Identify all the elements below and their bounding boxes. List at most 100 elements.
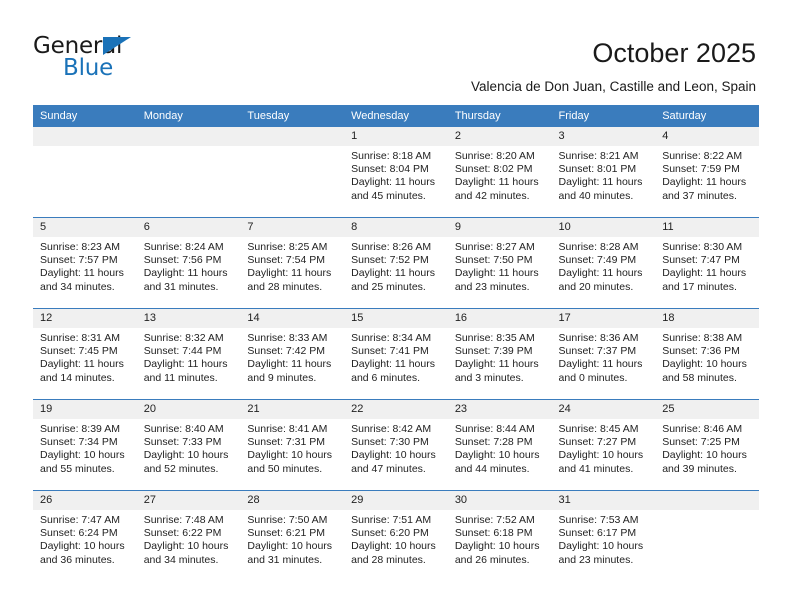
day-details: Sunrise: 8:23 AM Sunset: 7:57 PM Daylight:… [33,237,137,294]
day-number [136,127,241,146]
sunrise-text: Sunrise: 8:28 AM [558,241,639,253]
day-number: 16 [447,309,552,328]
day-number: 11 [655,218,759,237]
sunrise-text: Sunrise: 7:47 AM [40,514,120,526]
daylight-text: Daylight: 11 hours and 37 minutes. [662,176,747,202]
day-cell-inner: 17 Sunrise: 8:36 AM Sunset: 7:37 PM Dayligh… [551,309,656,399]
sunset-text: Sunset: 7:31 PM [247,436,326,449]
day-number [240,127,345,146]
sunrise-text: Sunrise: 8:32 AM [143,332,224,344]
sunrise-text: Sunrise: 7:48 AM [143,514,224,526]
day-number: 3 [551,127,656,146]
daylight-text: Daylight: 10 hours and 50 minutes. [247,449,333,475]
calendar-day-cell[interactable]: 6 Sunrise: 8:24 AM Sunset: 7:56 PM Daylight… [136,217,241,309]
day-details: Sunrise: 8:33 AM Sunset: 7:42 PM Daylight:… [240,328,344,385]
calendar-day-cell[interactable]: 15 Sunrise: 8:34 AM Sunset: 7:41 PM Dayligh… [344,308,448,400]
day-details: Sunrise: 8:24 AM Sunset: 7:56 PM Daylight:… [137,237,241,294]
day-number: 8 [344,218,448,237]
sunset-text: Sunset: 7:41 PM [351,345,429,358]
calendar-day-cell[interactable]: 26 Sunrise: 7:47 AM Sunset: 6:24 PM Dayligh… [33,490,137,581]
calendar-day-cell[interactable]: 8 Sunrise: 8:26 AM Sunset: 7:52 PM Daylight… [344,217,448,309]
calendar-day-cell[interactable]: 22 Sunrise: 8:42 AM Sunset: 7:30 PM Dayligh… [344,399,448,491]
calendar-day-cell[interactable]: 20 Sunrise: 8:40 AM Sunset: 7:33 PM Dayligh… [136,399,241,491]
daylight-text: Daylight: 10 hours and 28 minutes. [351,540,436,566]
day-details: Sunrise: 8:27 AM Sunset: 7:50 PM Daylight:… [448,237,552,294]
calendar-day-cell[interactable]: 13 Sunrise: 8:32 AM Sunset: 7:44 PM Dayligh… [136,308,241,400]
day-cell-inner: 4 Sunrise: 8:22 AM Sunset: 7:59 PM Daylight… [655,127,759,217]
daylight-text: Daylight: 11 hours and 6 minutes. [351,358,435,384]
calendar-day-cell[interactable]: 18 Sunrise: 8:38 AM Sunset: 7:36 PM Dayligh… [655,308,759,400]
day-number: 2 [447,127,552,146]
day-number: 6 [136,218,241,237]
day-details: Sunrise: 8:21 AM Sunset: 8:01 PM Daylight:… [552,146,656,203]
day-cell-inner: 7 Sunrise: 8:25 AM Sunset: 7:54 PM Daylight… [240,218,345,308]
day-cell-inner: 16 Sunrise: 8:35 AM Sunset: 7:39 PM Dayligh… [447,309,552,399]
daylight-text: Daylight: 10 hours and 31 minutes. [247,540,333,566]
calendar-day-cell[interactable]: 3 Sunrise: 8:21 AM Sunset: 8:01 PM Daylight… [551,127,656,218]
sunset-text: Sunset: 7:33 PM [143,436,222,449]
sunset-text: Sunset: 7:59 PM [662,163,740,176]
day-number: 21 [240,400,345,419]
logo-text-blue: Blue [63,55,114,81]
weekday-header-tuesday: Tuesday [240,105,345,127]
sunset-text: Sunset: 7:27 PM [558,436,637,449]
calendar-day-cell[interactable]: 21 Sunrise: 8:41 AM Sunset: 7:31 PM Dayligh… [240,399,345,491]
day-number: 25 [655,400,759,419]
sunset-text: Sunset: 6:24 PM [40,527,118,540]
day-details: Sunrise: 8:26 AM Sunset: 7:52 PM Daylight:… [344,237,448,294]
sunset-text: Sunset: 8:01 PM [558,163,637,176]
calendar-day-cell[interactable]: 23 Sunrise: 8:44 AM Sunset: 7:28 PM Dayligh… [447,399,552,491]
day-cell-inner: 6 Sunrise: 8:24 AM Sunset: 7:56 PM Daylight… [136,218,241,308]
calendar-day-cell[interactable]: 29 Sunrise: 7:51 AM Sunset: 6:20 PM Dayligh… [344,490,448,581]
daylight-text: Daylight: 10 hours and 55 minutes. [40,449,125,475]
calendar-day-cell[interactable]: 14 Sunrise: 8:33 AM Sunset: 7:42 PM Dayligh… [240,308,345,400]
daylight-text: Daylight: 10 hours and 23 minutes. [558,540,644,566]
day-cell-inner: 25 Sunrise: 8:46 AM Sunset: 7:25 PM Dayligh… [655,400,759,490]
day-cell-inner: 14 Sunrise: 8:33 AM Sunset: 7:42 PM Dayligh… [240,309,345,399]
day-details: Sunrise: 8:44 AM Sunset: 7:28 PM Daylight:… [448,419,552,476]
calendar-day-cell[interactable]: 31 Sunrise: 7:53 AM Sunset: 6:17 PM Dayligh… [551,490,656,581]
day-cell-inner: 24 Sunrise: 8:45 AM Sunset: 7:27 PM Dayligh… [551,400,656,490]
calendar-day-cell[interactable]: 17 Sunrise: 8:36 AM Sunset: 7:37 PM Dayligh… [551,308,656,400]
sunset-text: Sunset: 7:34 PM [40,436,118,449]
day-cell-inner: 5 Sunrise: 8:23 AM Sunset: 7:57 PM Daylight… [33,218,137,308]
sunset-text: Sunset: 7:37 PM [558,345,637,358]
daylight-text: Daylight: 10 hours and 52 minutes. [143,449,229,475]
sunrise-text: Sunrise: 8:20 AM [454,150,535,162]
calendar-day-cell[interactable]: 5 Sunrise: 8:23 AM Sunset: 7:57 PM Daylight… [33,217,137,309]
day-cell-inner: 11 Sunrise: 8:30 AM Sunset: 7:47 PM Dayligh… [655,218,759,308]
sunrise-text: Sunrise: 8:25 AM [247,241,328,253]
calendar-day-cell[interactable]: 9 Sunrise: 8:27 AM Sunset: 7:50 PM Daylight… [447,217,552,309]
calendar-week-row: 19 Sunrise: 8:39 AM Sunset: 7:34 PM Dayligh… [33,399,759,491]
calendar-day-cell[interactable]: 27 Sunrise: 7:48 AM Sunset: 6:22 PM Dayligh… [136,490,241,581]
sunrise-text: Sunrise: 8:46 AM [662,423,743,435]
calendar-day-cell[interactable]: 25 Sunrise: 8:46 AM Sunset: 7:25 PM Dayligh… [655,399,759,491]
calendar-day-cell[interactable]: 28 Sunrise: 7:50 AM Sunset: 6:21 PM Dayligh… [240,490,345,581]
calendar-day-cell[interactable]: 24 Sunrise: 8:45 AM Sunset: 7:27 PM Dayligh… [551,399,656,491]
calendar-day-cell[interactable]: 2 Sunrise: 8:20 AM Sunset: 8:02 PM Daylight… [447,127,552,218]
calendar-day-cell[interactable]: 7 Sunrise: 8:25 AM Sunset: 7:54 PM Daylight… [240,217,345,309]
daylight-text: Daylight: 10 hours and 41 minutes. [558,449,644,475]
daylight-text: Daylight: 11 hours and 11 minutes. [143,358,228,384]
calendar-day-cell[interactable]: 16 Sunrise: 8:35 AM Sunset: 7:39 PM Dayligh… [447,308,552,400]
calendar-day-cell[interactable]: 30 Sunrise: 7:52 AM Sunset: 6:18 PM Dayligh… [447,490,552,581]
daylight-text: Daylight: 11 hours and 0 minutes. [558,358,643,384]
calendar-day-cell[interactable]: 12 Sunrise: 8:31 AM Sunset: 7:45 PM Dayligh… [33,308,137,400]
calendar-day-cell[interactable]: 11 Sunrise: 8:30 AM Sunset: 7:47 PM Dayligh… [655,217,759,309]
calendar-day-cell[interactable]: 10 Sunrise: 8:28 AM Sunset: 7:49 PM Dayligh… [551,217,656,309]
calendar-day-cell[interactable]: 19 Sunrise: 8:39 AM Sunset: 7:34 PM Dayligh… [33,399,137,491]
day-details: Sunrise: 8:36 AM Sunset: 7:37 PM Daylight:… [552,328,656,385]
logo[interactable]: General Blue [33,34,243,82]
daylight-text: Daylight: 10 hours and 36 minutes. [40,540,125,566]
sunset-text: Sunset: 7:42 PM [247,345,326,358]
day-number: 19 [33,400,137,419]
calendar-day-cell-empty [655,490,759,581]
sunset-text: Sunset: 7:39 PM [454,345,533,358]
daylight-text: Daylight: 11 hours and 28 minutes. [247,267,332,293]
daylight-text: Daylight: 11 hours and 3 minutes. [454,358,539,384]
calendar-day-cell[interactable]: 4 Sunrise: 8:22 AM Sunset: 7:59 PM Daylight… [655,127,759,218]
calendar-day-cell[interactable]: 1 Sunrise: 8:18 AM Sunset: 8:04 PM Daylight… [344,127,448,218]
sunrise-text: Sunrise: 7:52 AM [454,514,535,526]
day-details: Sunrise: 8:42 AM Sunset: 7:30 PM Daylight:… [344,419,448,476]
sunrise-text: Sunrise: 8:45 AM [558,423,639,435]
